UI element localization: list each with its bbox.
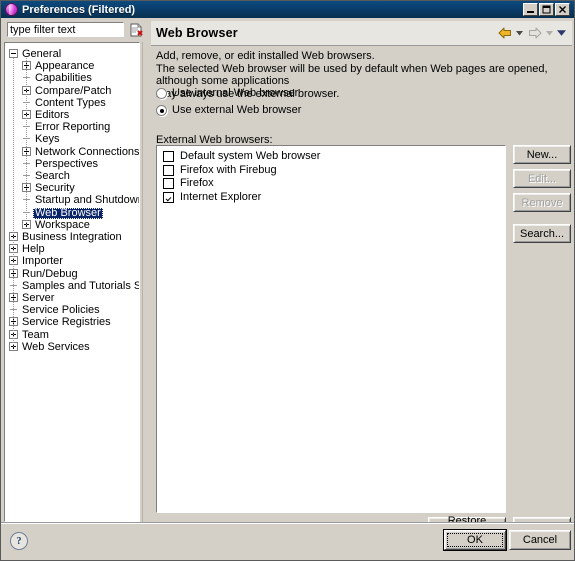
tree-item-label: Network Connections <box>35 145 140 158</box>
tree-item-service-registries[interactable]: Service Registries <box>5 316 139 328</box>
tree-item-label: Workspace <box>35 218 90 231</box>
title-bar: Preferences (Filtered) <box>1 1 574 18</box>
tree-guide-line <box>26 58 27 225</box>
tree-item-label: Team <box>22 328 49 341</box>
tree-item-label: Capabilities <box>35 72 92 85</box>
tree-item-label: Service Registries <box>22 316 111 329</box>
page-nav-toolbar <box>497 26 572 40</box>
tree-item-label: Importer <box>22 255 63 268</box>
ok-button-label: OK <box>467 534 483 546</box>
radio-use-external-browser[interactable]: Use external Web browser <box>156 104 301 117</box>
collapse-icon[interactable] <box>9 49 18 58</box>
tree-item-team[interactable]: Team <box>5 329 139 341</box>
tree-item-label: Perspectives <box>35 157 98 170</box>
tree-item-help[interactable]: Help <box>5 243 139 255</box>
radio-internal-label: Use internal Web browser <box>172 87 299 99</box>
preferences-icon <box>5 3 18 16</box>
filter-row <box>4 21 147 41</box>
tree-item-label: Web Services <box>22 340 90 353</box>
window-title: Preferences (Filtered) <box>22 3 136 16</box>
external-browsers-list[interactable]: Default system Web browser Firefox with F… <box>156 145 506 513</box>
page-menu-chevron-down-icon[interactable] <box>557 27 566 39</box>
help-icon[interactable]: ? <box>10 532 28 550</box>
tree-item-server[interactable]: Server <box>5 292 139 304</box>
checkbox-checked-icon[interactable] <box>163 191 174 203</box>
forward-history-chevron-down-icon <box>545 27 554 39</box>
filter-input[interactable] <box>7 22 124 37</box>
search-button[interactable]: Search... <box>513 224 571 243</box>
browser-list-item[interactable]: Firefox <box>157 177 505 191</box>
tree-item-label: Startup and Shutdown <box>35 194 140 207</box>
tree-item-label: Appearance <box>35 60 95 73</box>
tree-item-importer[interactable]: Importer <box>5 255 139 267</box>
tree-item-label: Compare/Patch <box>35 84 112 97</box>
forward-arrow-icon <box>527 26 542 40</box>
clear-filter-icon[interactable] <box>129 23 144 37</box>
page-header: Web Browser <box>151 21 572 46</box>
tree-item-label: Keys <box>35 133 60 146</box>
checkbox-unchecked-icon[interactable] <box>163 164 174 176</box>
tree-item-label: Web Browser <box>33 206 103 219</box>
back-arrow-icon[interactable] <box>497 26 512 40</box>
checkbox-unchecked-icon[interactable] <box>163 178 174 190</box>
browser-list-item[interactable]: Default system Web browser <box>157 150 505 164</box>
ok-button[interactable]: OK <box>444 530 506 550</box>
browser-list-item-label: Internet Explorer <box>180 190 262 203</box>
cancel-button[interactable]: Cancel <box>509 530 571 550</box>
preferences-tree-pane: GeneralAppearanceCapabilitiesCompare/Pat… <box>4 21 148 522</box>
checkbox-unchecked-icon[interactable] <box>163 151 174 163</box>
tree-item-run-debug[interactable]: Run/Debug <box>5 268 139 280</box>
preferences-dialog: Preferences (Filtered) type filter text … <box>0 0 575 561</box>
tree-item-label: Editors <box>35 109 70 121</box>
tree-item-label: Error Reporting <box>35 121 111 134</box>
close-button[interactable] <box>555 3 570 16</box>
dialog-footer: ? OK Cancel <box>1 524 574 560</box>
page-title: Web Browser <box>156 26 238 40</box>
new-button[interactable]: New... <box>513 145 571 164</box>
edit-button: Edit... <box>513 169 571 188</box>
tree-item-label: Service Policies <box>22 304 100 317</box>
tree-item-label: Security <box>35 182 75 195</box>
tree-item-label: Help <box>22 243 45 256</box>
tree-item-label: Search <box>35 170 70 182</box>
window-controls <box>523 3 572 16</box>
maximize-button[interactable] <box>539 3 554 16</box>
radio-external-label: Use external Web browser <box>172 104 302 116</box>
list-action-buttons: New... Edit... Remove Search... <box>513 145 571 248</box>
preferences-tree[interactable]: General Appearance Capabilities Compare/Pat… <box>4 42 140 522</box>
preference-page: Web Browser Add, remove, or edit install… <box>151 21 572 539</box>
tree-item-label: Business Integration <box>22 231 122 243</box>
minimize-button[interactable] <box>523 3 538 16</box>
radio-internal-indicator <box>156 88 167 99</box>
description-line-1: Add, remove, or edit installed Web brows… <box>156 50 375 62</box>
tree-guide-line <box>13 58 14 347</box>
radio-external-indicator <box>156 105 167 116</box>
tree-item-service-policies[interactable]: Service Policies <box>5 304 139 316</box>
browser-list-item-label: Firefox <box>180 177 214 189</box>
tree-item-web-services[interactable]: Web Services <box>5 341 139 353</box>
radio-use-internal-browser[interactable]: Use internal Web browser <box>156 87 298 100</box>
browser-list-item[interactable]: Firefox with Firebug <box>157 164 505 178</box>
browser-list-item-label: Default system Web browser <box>180 150 321 162</box>
tree-item-samples-and-tutorials-settings[interactable]: Samples and Tutorials Settings <box>5 280 139 292</box>
tree-item-label: Samples and Tutorials Settings <box>22 279 139 292</box>
tree-item-label: Content Types <box>35 96 106 109</box>
pane-sash[interactable] <box>142 42 148 522</box>
description-line-2: The selected Web browser will be used by… <box>156 62 548 88</box>
tree-item-label: Run/Debug <box>22 267 78 280</box>
browser-list-item-label: Firefox with Firebug <box>180 163 277 176</box>
tree-item-business-integration[interactable]: Business Integration <box>5 231 139 243</box>
back-history-chevron-down-icon[interactable] <box>515 27 524 39</box>
remove-button: Remove <box>513 193 571 212</box>
tree-item-label: Server <box>22 292 55 304</box>
browser-list-item[interactable]: Internet Explorer <box>157 191 505 205</box>
